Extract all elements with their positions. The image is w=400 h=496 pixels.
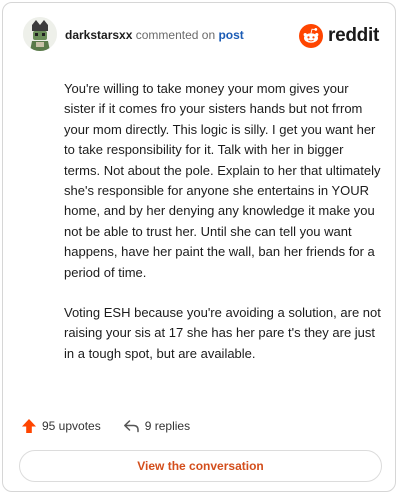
comment-header: darkstarsxx commented on post reddit — [23, 17, 379, 53]
upvote-arrow-icon — [22, 419, 36, 433]
comment-meta: darkstarsxx commented on post — [65, 28, 244, 42]
upvote-button[interactable]: 95 upvotes — [21, 418, 101, 434]
avatar-icon — [23, 17, 57, 51]
replies-button[interactable]: 9 replies — [123, 418, 190, 434]
comment-actions: 95 upvotes 9 replies — [21, 417, 212, 435]
comment-paragraph-2: Voting ESH because you're avoiding a sol… — [64, 305, 381, 361]
brand-wordmark: reddit — [328, 25, 379, 46]
reddit-snoo-icon — [299, 24, 324, 48]
action-text: commented on — [135, 28, 216, 42]
post-link[interactable]: post — [218, 28, 243, 42]
reddit-logo[interactable]: reddit — [299, 23, 379, 49]
username-link[interactable]: darkstarsxx — [65, 28, 132, 42]
upvotes-count: 95 upvotes — [42, 419, 101, 433]
comment-paragraph-1: You're willing to take money your mom gi… — [64, 81, 381, 280]
comment-card: darkstarsxx commented on post reddit You… — [2, 2, 396, 492]
replies-count: 9 replies — [144, 419, 191, 433]
reply-arrow-icon — [123, 420, 139, 433]
avatar[interactable] — [23, 17, 57, 51]
view-conversation-button[interactable]: View the conversation — [19, 450, 382, 482]
comment-body: You're willing to take money your mom gi… — [64, 79, 382, 384]
